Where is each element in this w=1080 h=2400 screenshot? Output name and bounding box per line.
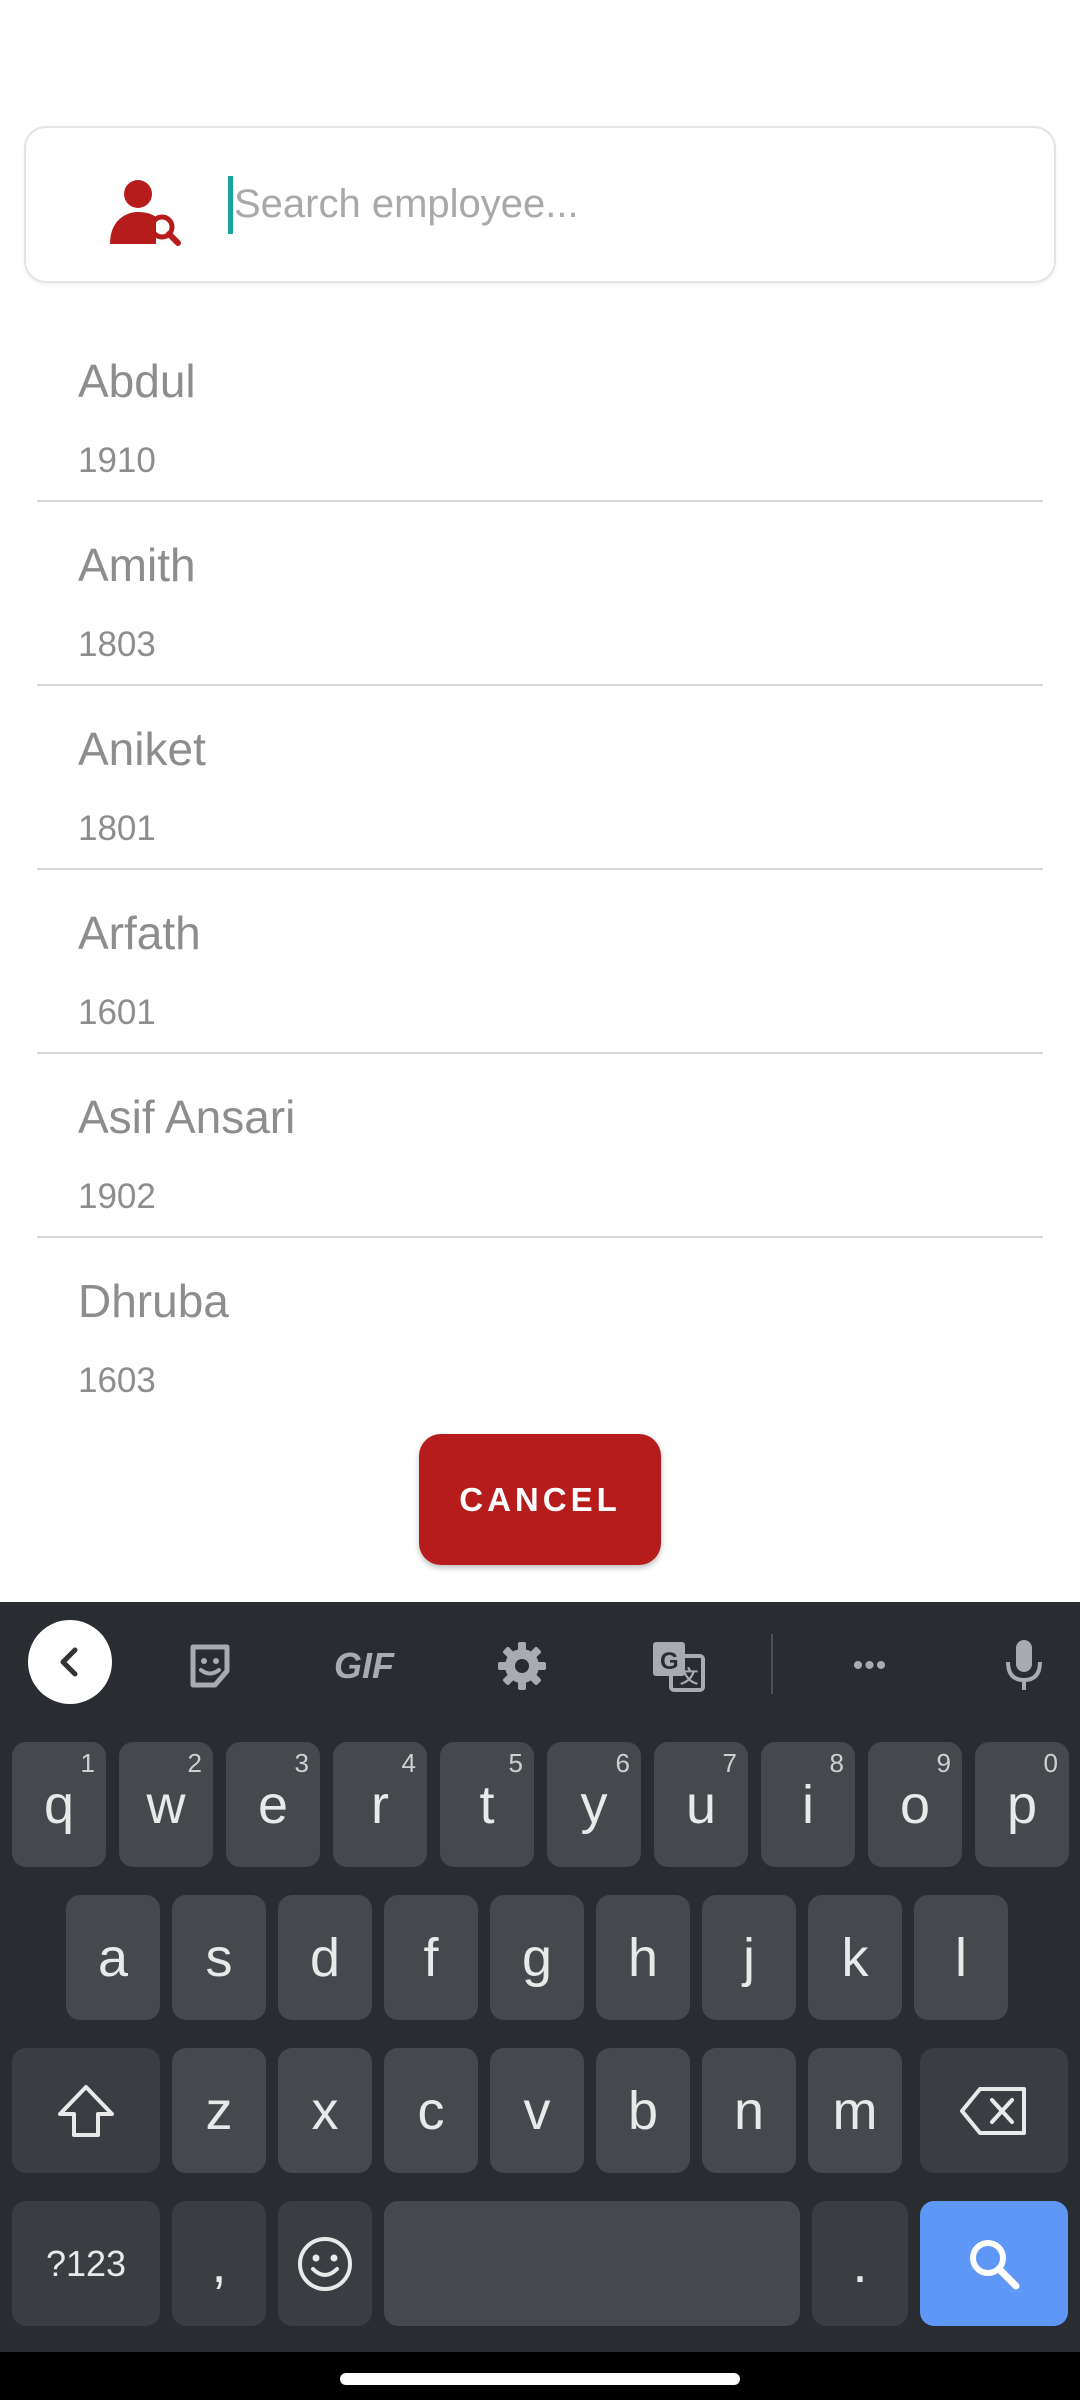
employee-name: Dhruba (78, 1275, 229, 1327)
key-p[interactable]: p0 (975, 1742, 1069, 1867)
key-f[interactable]: f (384, 1895, 478, 2020)
key-c[interactable]: c (384, 2048, 478, 2173)
sticker-icon[interactable] (168, 1624, 252, 1708)
list-item[interactable]: Amith 1803 (37, 502, 1043, 686)
key-b[interactable]: b (596, 2048, 690, 2173)
home-indicator[interactable] (340, 2373, 740, 2385)
comma-key[interactable]: , (172, 2201, 266, 2326)
search-bar[interactable] (24, 126, 1056, 283)
svg-text:G: G (660, 1648, 679, 1675)
key-i[interactable]: i8 (761, 1742, 855, 1867)
key-a[interactable]: a (66, 1895, 160, 2020)
key-g[interactable]: g (490, 1895, 584, 2020)
employee-name: Abdul (78, 355, 196, 407)
key-z[interactable]: z (172, 2048, 266, 2173)
mic-icon[interactable] (982, 1624, 1066, 1708)
key-v[interactable]: v (490, 2048, 584, 2173)
key-d[interactable]: d (278, 1895, 372, 2020)
key-e[interactable]: e3 (226, 1742, 320, 1867)
employee-name: Arfath (78, 907, 201, 959)
more-icon[interactable]: ••• (828, 1624, 912, 1708)
key-l[interactable]: l (914, 1895, 1008, 2020)
backspace-icon (960, 2086, 1026, 2135)
soft-keyboard: GIF G 文 ••• q 1 w 2 e 3 r 4 t 5 y 6 u 7 … (0, 1602, 1080, 2400)
shift-key[interactable] (12, 2048, 160, 2173)
key-o[interactable]: o9 (868, 1742, 962, 1867)
employee-name: Asif Ansari (78, 1091, 296, 1143)
symbols-key[interactable]: ?123 (12, 2201, 160, 2326)
gif-icon[interactable]: GIF (322, 1624, 406, 1708)
employee-code: 1902 (78, 1177, 156, 1216)
settings-icon[interactable] (480, 1624, 564, 1708)
key-n[interactable]: n (702, 2048, 796, 2173)
keyboard-toolbar: GIF G 文 ••• (0, 1602, 1080, 1720)
space-key[interactable] (384, 2201, 800, 2326)
key-k[interactable]: k (808, 1895, 902, 2020)
back-icon[interactable] (28, 1620, 112, 1704)
svg-text:文: 文 (680, 1666, 699, 1687)
key-u[interactable]: u7 (654, 1742, 748, 1867)
period-key[interactable]: . (812, 2201, 908, 2326)
key-j[interactable]: j (702, 1895, 796, 2020)
list-item[interactable]: Abdul 1910 (37, 318, 1043, 502)
employee-code: 1603 (78, 1361, 156, 1400)
cancel-button[interactable]: CANCEL (419, 1434, 661, 1565)
emoji-icon (298, 2236, 352, 2291)
person-search-icon (106, 174, 192, 248)
search-icon (970, 2239, 1020, 2289)
key-h[interactable]: h (596, 1895, 690, 2020)
list-item[interactable]: Asif Ansari 1902 (37, 1054, 1043, 1238)
key-s[interactable]: s (172, 1895, 266, 2020)
backspace-key[interactable] (920, 2048, 1068, 2173)
employee-name: Amith (78, 539, 196, 591)
list-item[interactable]: Arfath 1601 (37, 870, 1043, 1054)
key-x[interactable]: x (278, 2048, 372, 2173)
emoji-key[interactable] (278, 2201, 372, 2326)
key-r[interactable]: r4 (333, 1742, 427, 1867)
list-item[interactable]: Aniket 1801 (37, 686, 1043, 870)
employee-code: 1601 (78, 993, 156, 1032)
key-m[interactable]: m (808, 2048, 902, 2173)
key-t[interactable]: t5 (440, 1742, 534, 1867)
employee-code: 1910 (78, 441, 156, 480)
key-q[interactable]: q1 (12, 1742, 106, 1867)
list-item[interactable]: Dhruba 1603 (37, 1238, 1043, 1422)
translate-icon[interactable]: G 文 (636, 1624, 720, 1708)
key-w[interactable]: w2 (119, 1742, 213, 1867)
employee-name: Aniket (78, 723, 206, 775)
employee-code: 1803 (78, 625, 156, 664)
toolbar-divider (771, 1634, 773, 1694)
employee-list: Abdul 1910 Amith 1803 Aniket 1801 Arfath… (0, 318, 1080, 1422)
search-key[interactable] (920, 2201, 1068, 2326)
employee-code: 1801 (78, 809, 156, 848)
key-y[interactable]: y6 (547, 1742, 641, 1867)
shift-icon (58, 2084, 114, 2137)
search-input[interactable] (232, 166, 1012, 242)
